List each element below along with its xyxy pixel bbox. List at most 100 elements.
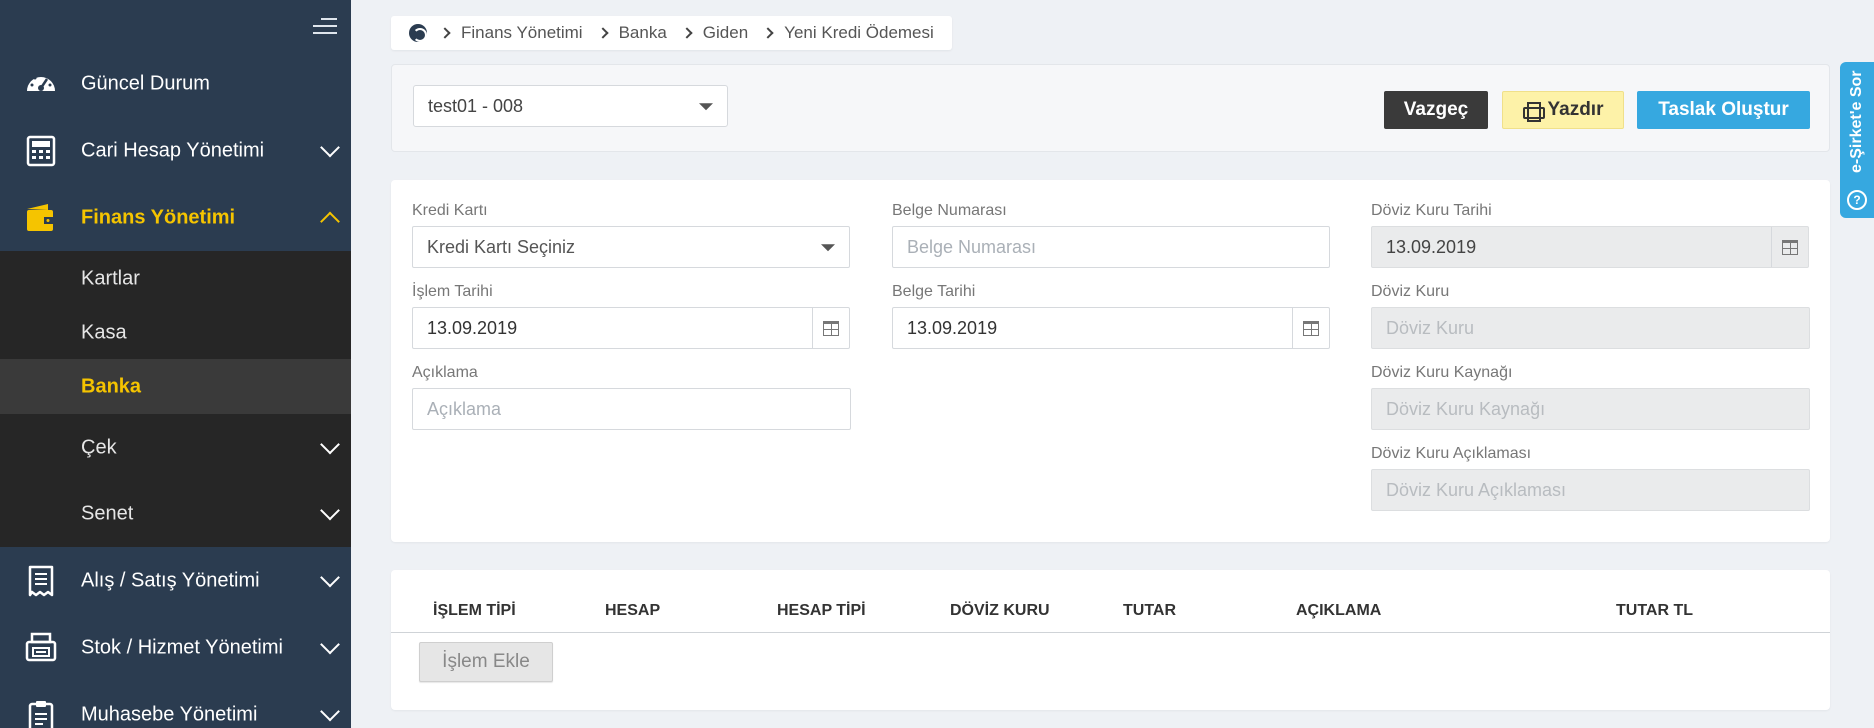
breadcrumb-item[interactable]: Finans Yönetimi [461,23,583,43]
submenu-item-kartlar[interactable]: Kartlar [0,251,351,306]
transaction-date-value: 13.09.2019 [427,317,518,338]
caret-down-icon [821,244,835,252]
submenu-item-label: Kartlar [81,267,140,289]
submenu-item-senet[interactable]: Senet [0,481,351,547]
exchange-rate-source-field: Döviz Kuru Kaynağı [1371,388,1810,430]
exchange-rate-source-placeholder: Döviz Kuru Kaynağı [1386,398,1546,419]
chevron-down-icon [320,137,340,157]
printer-box-icon [25,632,57,661]
cancel-button[interactable]: Vazgeç [1384,91,1488,129]
help-tab-label: e-Şirket'e Sor [1848,70,1865,173]
column-header: TUTAR TL [1616,602,1694,619]
calendar-button[interactable] [1771,227,1808,267]
chevron-down-icon [320,634,340,654]
wallet-icon [27,203,54,231]
printer-icon [1522,102,1545,122]
finans-submenu: Kartlar Kasa Banka Çek Senet [0,251,351,547]
sidebar-item-cari-hesap[interactable]: Cari Hesap Yönetimi [0,117,351,184]
submenu-item-banka[interactable]: Banka [0,359,351,414]
exchange-rate-note-placeholder: Döviz Kuru Açıklaması [1386,479,1567,500]
receipt-icon [28,565,54,596]
submenu-item-label: Senet [81,502,134,525]
calendar-icon [823,320,839,336]
chevron-right-icon [596,27,609,39]
calendar-button[interactable] [1292,308,1329,348]
sidebar-item-stok-hizmet[interactable]: Stok / Hizmet Yönetimi [0,614,351,681]
sidebar-item-label: Cari Hesap Yönetimi [81,139,265,161]
document-date-field[interactable]: 13.09.2019 [892,307,1330,349]
create-draft-button[interactable]: Taslak Oluştur [1637,91,1810,129]
dashboard-icon [27,73,55,91]
chevron-right-icon [439,27,451,39]
sidebar: Güncel Durum Cari Hesap Yönetimi Finans … [0,0,351,728]
description-field[interactable]: Açıklama [412,388,851,430]
exchange-rate-source-label: Döviz Kuru Kaynağı [1371,364,1513,381]
exchange-rate-date-label: Döviz Kuru Tarihi [1371,202,1492,219]
transactions-table: İŞLEM TİPİ HESAP HESAP TİPİ DÖVİZ KURU T… [391,570,1830,710]
print-button-label: Yazdır [1547,99,1604,120]
sidebar-item-muhasebe[interactable]: Muhasebe Yönetimi [0,681,351,728]
description-placeholder: Açıklama [427,398,502,419]
column-header: AÇIKLAMA [1296,602,1382,619]
sidebar-header [0,0,351,50]
breadcrumb-current: Yeni Kredi Ödemesi [784,23,934,42]
sidebar-item-label: Stok / Hizmet Yönetimi [81,636,283,658]
breadcrumb-item[interactable]: Giden [703,23,748,43]
document-number-field[interactable]: Belge Numarası [892,226,1330,268]
description-label: Açıklama [412,364,478,381]
calculator-icon [26,135,56,166]
credit-card-label: Kredi Kartı [412,202,488,219]
chevron-right-icon [681,27,693,39]
column-header: TUTAR [1123,602,1177,619]
submenu-item-label: Banka [81,375,142,397]
credit-card-select[interactable]: Kredi Kartı Seçiniz [412,226,850,268]
company-select-value: test01 - 008 [428,95,524,116]
sidebar-item-label: Finans Yönetimi [81,206,236,228]
chevron-up-icon [320,211,340,231]
sidebar-item-alis-satis[interactable]: Alış / Satış Yönetimi [0,547,351,614]
sidebar-item-label: Güncel Durum [81,72,210,94]
action-toolbar: test01 - 008 Vazgeç Yazdır Taslak Oluştu… [391,64,1830,152]
breadcrumb-item[interactable]: Banka [619,23,667,43]
help-tab[interactable]: e-Şirket'e Sor ? [1840,62,1874,218]
credit-card-select-value: Kredi Kartı Seçiniz [427,236,576,257]
sidebar-item-label: Muhasebe Yönetimi [81,703,258,725]
exchange-rate-date-field[interactable]: 13.09.2019 [1371,226,1809,268]
calendar-icon [1782,239,1798,255]
submenu-item-label: Kasa [81,321,127,343]
submenu-item-kasa[interactable]: Kasa [0,306,351,359]
header-divider [391,632,1830,633]
company-select[interactable]: test01 - 008 [413,85,728,127]
submenu-item-label: Çek [81,436,117,458]
transaction-date-field[interactable]: 13.09.2019 [412,307,850,349]
home-icon[interactable] [409,24,427,42]
sidebar-item-guncel-durum[interactable]: Güncel Durum [0,50,351,117]
chevron-down-icon [320,434,340,454]
sidebar-item-label: Alış / Satış Yönetimi [81,569,260,591]
chevron-right-icon [762,27,774,39]
column-header: DÖVİZ KURU [950,602,1050,619]
chevron-down-icon [320,701,340,721]
print-button[interactable]: Yazdır [1502,91,1624,129]
document-date-label: Belge Tarihi [892,283,976,300]
caret-down-icon [699,103,713,111]
document-date-value: 13.09.2019 [907,317,998,338]
exchange-rate-field: Döviz Kuru [1371,307,1810,349]
add-transaction-button[interactable]: İşlem Ekle [419,642,553,682]
calendar-button[interactable] [812,308,849,348]
submenu-item-cek[interactable]: Çek [0,414,351,481]
breadcrumb: Finans Yönetimi Banka Giden Yeni Kredi Ö… [391,16,952,50]
column-header: İŞLEM TİPİ [433,602,516,619]
transaction-date-label: İşlem Tarihi [412,283,493,300]
exchange-rate-placeholder: Döviz Kuru [1386,317,1475,338]
calendar-icon [1303,320,1319,336]
column-header: HESAP [605,602,661,619]
chevron-down-icon [320,567,340,587]
payment-form: Kredi Kartı Kredi Kartı Seçiniz İşlem Ta… [391,180,1830,542]
exchange-rate-note-field: Döviz Kuru Açıklaması [1371,469,1810,511]
menu-toggle-icon[interactable] [313,18,337,36]
column-header: HESAP TİPİ [777,602,866,619]
exchange-rate-label: Döviz Kuru [1371,283,1450,300]
question-icon: ? [1847,190,1867,210]
sidebar-item-finans[interactable]: Finans Yönetimi [0,184,351,251]
